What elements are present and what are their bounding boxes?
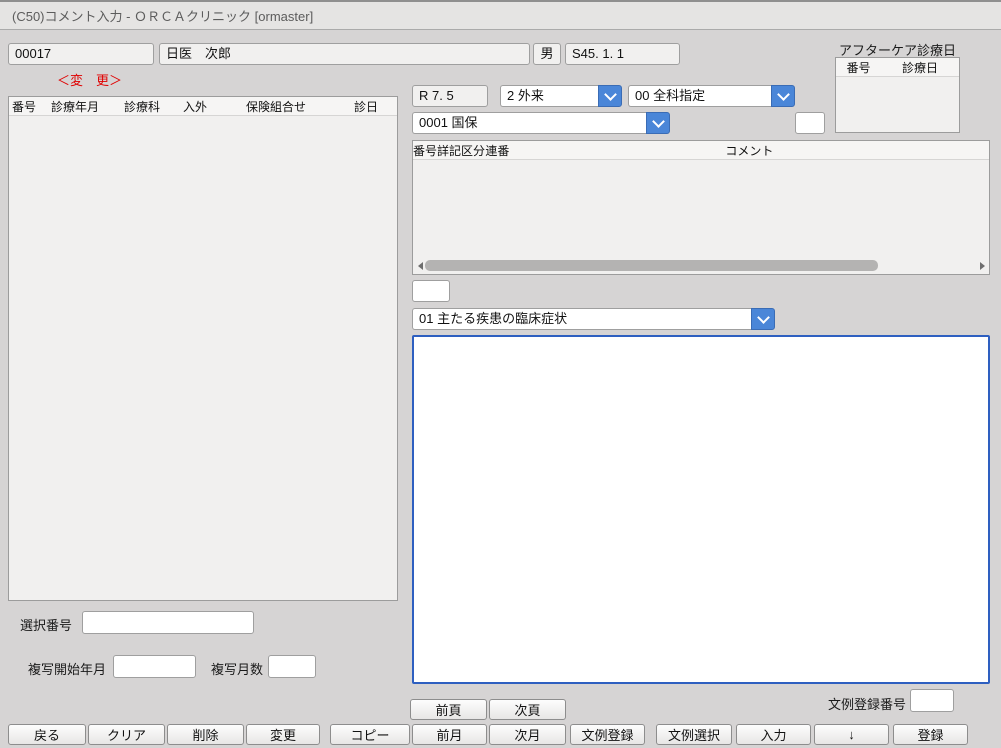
comment-type-select[interactable]: 01 主たる疾患の臨床症状 bbox=[412, 308, 775, 330]
copy-months-label: 複写月数 bbox=[211, 659, 263, 678]
comment-list-table[interactable]: 番号 詳記区分 連番 コメント bbox=[412, 140, 990, 275]
comment-col-number: 番号 bbox=[413, 142, 437, 159]
department-select[interactable]: 00 全科指定 bbox=[628, 85, 795, 107]
comment-input-window: (C50)コメント入力 - ＯＲＣＡクリニック [ormaster] 00017… bbox=[0, 0, 1001, 748]
clear-button[interactable]: クリア bbox=[88, 724, 165, 745]
scroll-left-icon[interactable] bbox=[415, 259, 425, 272]
bunrei-select-button[interactable]: 文例選択 bbox=[656, 724, 732, 745]
insurance-select-value: 0001 国保 bbox=[412, 112, 646, 134]
patient-birthdate-field: S45. 1. 1 bbox=[565, 43, 680, 65]
history-col-day: 診日 bbox=[335, 98, 397, 115]
bunrei-register-button[interactable]: 文例登録 bbox=[570, 724, 645, 745]
inout-select-value: 2 外来 bbox=[500, 85, 598, 107]
prev-page-button[interactable]: 前頁 bbox=[410, 699, 487, 720]
copy-months-input[interactable] bbox=[268, 655, 316, 678]
aftercare-col-number: 番号 bbox=[836, 59, 881, 76]
patient-name-field: 日医 次郎 bbox=[159, 43, 530, 65]
chevron-down-icon[interactable] bbox=[751, 308, 775, 330]
comment-type-select-value: 01 主たる疾患の臨床症状 bbox=[412, 308, 751, 330]
comment-textarea[interactable] bbox=[412, 335, 990, 684]
history-col-insurance: 保険組合せ bbox=[217, 98, 335, 115]
scroll-right-icon[interactable] bbox=[977, 259, 987, 272]
copy-start-label: 複写開始年月 bbox=[28, 659, 106, 678]
register-button[interactable]: 登録 bbox=[893, 724, 968, 745]
chevron-down-icon[interactable] bbox=[598, 85, 622, 107]
chevron-down-icon[interactable] bbox=[771, 85, 795, 107]
misc-small-input[interactable] bbox=[795, 112, 825, 134]
visit-history-header: 番号 診療年月 診療科 入外 保険組合せ 診日 bbox=[9, 97, 397, 116]
history-col-department: 診療科 bbox=[111, 98, 173, 115]
titlebar: (C50)コメント入力 - ＯＲＣＡクリニック [ormaster] bbox=[0, 0, 1001, 30]
history-col-inout: 入外 bbox=[173, 98, 217, 115]
comment-number-input[interactable] bbox=[412, 280, 450, 302]
visit-history-table[interactable]: 番号 診療年月 診療科 入外 保険組合せ 診日 bbox=[8, 96, 398, 601]
inout-select[interactable]: 2 外来 bbox=[500, 85, 622, 107]
change-mode-indicator: ＜変 更＞ bbox=[57, 70, 122, 89]
aftercare-table-header: 番号 診療日 bbox=[836, 58, 959, 77]
back-button[interactable]: 戻る bbox=[8, 724, 86, 745]
copy-start-input[interactable] bbox=[113, 655, 196, 678]
aftercare-table[interactable]: 番号 診療日 bbox=[835, 57, 960, 133]
scrollbar-track[interactable] bbox=[425, 260, 977, 271]
selection-number-label: 選択番号 bbox=[20, 615, 72, 634]
department-select-value: 00 全科指定 bbox=[628, 85, 771, 107]
delete-button[interactable]: 削除 bbox=[167, 724, 244, 745]
selection-number-input[interactable] bbox=[82, 611, 254, 634]
visit-period-field: R 7. 5 bbox=[412, 85, 488, 107]
comment-col-category: 詳記区分 bbox=[437, 142, 485, 159]
copy-button[interactable]: コピー bbox=[330, 724, 410, 745]
horizontal-scrollbar[interactable] bbox=[415, 259, 987, 272]
chevron-down-icon[interactable] bbox=[646, 112, 670, 134]
insurance-select[interactable]: 0001 国保 bbox=[412, 112, 670, 134]
bunrei-number-label: 文例登録番号 bbox=[828, 694, 906, 713]
prev-month-button[interactable]: 前月 bbox=[412, 724, 487, 745]
patient-id-field: 00017 bbox=[8, 43, 154, 65]
modify-button[interactable]: 変更 bbox=[246, 724, 320, 745]
comment-list-header: 番号 詳記区分 連番 コメント bbox=[413, 141, 989, 160]
next-page-button[interactable]: 次頁 bbox=[489, 699, 566, 720]
aftercare-col-date: 診療日 bbox=[881, 59, 959, 76]
down-arrow-button[interactable]: ↓ bbox=[814, 724, 889, 745]
comment-col-seq: 連番 bbox=[485, 142, 510, 159]
next-month-button[interactable]: 次月 bbox=[489, 724, 566, 745]
comment-col-comment: コメント bbox=[510, 142, 989, 159]
bunrei-number-input[interactable] bbox=[910, 689, 954, 712]
input-button[interactable]: 入力 bbox=[736, 724, 811, 745]
patient-gender-field: 男 bbox=[533, 43, 561, 65]
history-col-number: 番号 bbox=[9, 98, 39, 115]
history-col-month: 診療年月 bbox=[39, 98, 111, 115]
scrollbar-thumb[interactable] bbox=[425, 260, 878, 271]
window-title: (C50)コメント入力 - ＯＲＣＡクリニック [ormaster] bbox=[12, 6, 313, 25]
